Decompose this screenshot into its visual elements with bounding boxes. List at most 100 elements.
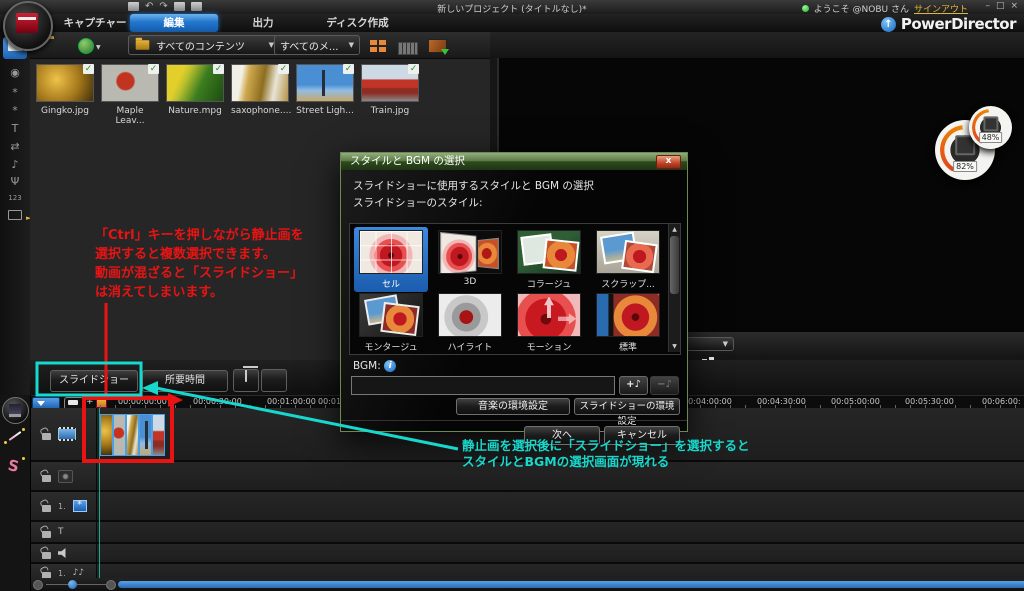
track-manager-button[interactable] [261, 369, 287, 392]
unlock-icon[interactable] [42, 432, 51, 440]
gpu-gauge-widget: 48% [969, 106, 1012, 149]
title-track-header[interactable]: T [30, 522, 97, 542]
style-option-motion[interactable]: モーション [512, 290, 586, 355]
effect-track-row[interactable] [30, 462, 1024, 492]
timeline-clip[interactable] [139, 414, 152, 456]
zoom-out-button[interactable] [33, 580, 43, 590]
style-option-montage[interactable]: モンタージュ [354, 290, 428, 355]
particle-room-button[interactable]: * [3, 102, 27, 119]
media-item[interactable]: ✓ Nature.mpg [166, 64, 224, 126]
timeline-clip[interactable] [152, 414, 165, 456]
zoom-slider-thumb[interactable] [68, 580, 77, 589]
playhead-line[interactable] [99, 408, 100, 578]
app-logo-icon[interactable] [3, 1, 53, 51]
slideshow-preferences-button[interactable]: スライドショーの環境設定 [574, 398, 680, 427]
media-item[interactable]: ✓ saxophone.... [231, 64, 291, 126]
style-option-standard[interactable]: 標準 [591, 290, 665, 355]
pip-track-header[interactable]: 1. * [30, 492, 97, 520]
content-filter-dropdown[interactable]: すべてのコンテンツ ▼ [128, 35, 280, 55]
voice-track-row[interactable] [30, 544, 1024, 564]
import-photo-button[interactable] [428, 38, 449, 57]
quality-dropdown[interactable]: ▼ [686, 337, 734, 351]
add-track-icon[interactable]: + [86, 397, 94, 407]
unlock-icon[interactable] [42, 530, 51, 538]
media-item[interactable]: ✓ Train.jpg [361, 64, 419, 126]
tab-edit[interactable]: 編集 [130, 14, 218, 32]
video-track-header[interactable] [30, 408, 97, 460]
dialog-close-button[interactable]: x [656, 155, 681, 169]
caret-down-icon: ▼ [722, 340, 728, 348]
timeline-clip[interactable] [113, 414, 126, 456]
voice-track-header[interactable] [30, 544, 97, 562]
subtitle-room-button[interactable] [3, 208, 27, 225]
magic-wand-icon[interactable] [8, 431, 22, 441]
download-media-button[interactable]: ▼ [78, 38, 101, 54]
style-option-highlight[interactable]: ハイライト [433, 290, 507, 355]
style-label: セル [381, 280, 400, 290]
media-item[interactable]: ✓ Maple Leav... [101, 64, 159, 126]
styles-scrollbar[interactable]: ▲ ▼ [668, 224, 680, 352]
tab-create-disc[interactable]: ディスク作成 [310, 14, 405, 32]
transition-room-button[interactable]: ⇄ [3, 138, 27, 155]
styles-row: モンタージュ ハイライト モーション 標準 [354, 290, 665, 355]
effect-track-header[interactable] [30, 462, 97, 490]
chapter-room-button[interactable]: 123 [3, 190, 27, 207]
minimize-button[interactable]: – [985, 1, 990, 11]
duration-button[interactable]: 所要時間 [142, 370, 228, 392]
bgm-file-input[interactable] [351, 376, 615, 395]
timeline-clip[interactable] [126, 414, 139, 456]
keys-button[interactable] [398, 40, 418, 59]
effect-room-button[interactable]: ◉ [3, 64, 27, 81]
next-button[interactable]: 次へ [524, 426, 600, 445]
voiceover-room-button[interactable]: Ψ [3, 173, 27, 190]
tab-capture[interactable]: キャプチャー [50, 14, 140, 32]
unlock-icon[interactable] [42, 474, 51, 482]
mode-tabs: キャプチャー 編集 出力 ディスク作成 [0, 14, 1024, 33]
title-room-button[interactable]: T [3, 120, 27, 137]
style-option-3d[interactable]: 3D [433, 227, 507, 292]
media-type-dropdown[interactable]: すべてのメ... ▼ [274, 35, 360, 55]
new-project-icon[interactable] [173, 2, 185, 11]
cancel-button[interactable]: キャンセル [604, 426, 680, 445]
timeline-clip[interactable] [100, 414, 113, 456]
media-item[interactable]: ✓ Street Ligh... [296, 64, 354, 126]
unlock-icon[interactable] [42, 504, 51, 512]
save-icon[interactable] [128, 2, 139, 11]
delete-button[interactable] [233, 369, 259, 392]
powerdirector-window: 新しいプロジェクト (タイトルなし)* ↶ ↷ ようこそ @NOBU さん サイ… [0, 0, 1024, 591]
pip-room-button[interactable]: * [3, 84, 27, 101]
style-thumbnail [517, 293, 581, 337]
sort-view-button[interactable] [370, 38, 386, 57]
close-button[interactable]: × [1010, 1, 1018, 11]
pip-track-row[interactable]: 1. * [30, 492, 1024, 522]
style-option-cell[interactable]: セル [354, 227, 428, 292]
scroll-down-icon[interactable]: ▼ [669, 341, 680, 352]
music-preferences-button[interactable]: 音楽の環境設定 [456, 398, 570, 415]
caret-down-icon: ▼ [96, 44, 101, 51]
title-track-row[interactable]: T [30, 522, 1024, 544]
style-option-scrapbook[interactable]: スクラップ... [591, 227, 665, 292]
scroll-up-icon[interactable]: ▲ [669, 224, 680, 235]
media-item[interactable]: ✓ Gingko.jpg [36, 64, 94, 126]
ruler-label: 00:01:00:00 [267, 397, 316, 406]
redo-icon[interactable]: ↷ [159, 2, 167, 12]
remove-bgm-button[interactable]: −♪ [650, 376, 679, 395]
scrollbar-thumb[interactable] [670, 236, 679, 294]
restore-button[interactable]: □ [996, 1, 1005, 11]
add-bgm-button[interactable]: +♪ [619, 376, 648, 395]
unlock-icon[interactable] [42, 551, 51, 559]
magic-style-icon[interactable]: S [6, 456, 20, 476]
style-option-collage[interactable]: コラージュ [512, 227, 586, 292]
tab-produce[interactable]: 出力 [228, 14, 298, 32]
open-project-icon[interactable] [190, 2, 202, 11]
style-thumbnail [517, 230, 581, 274]
slideshow-button[interactable]: スライドショー [50, 370, 138, 392]
media-thumbnail: ✓ [36, 64, 94, 102]
subtitle-icon [8, 210, 22, 220]
dialog-title-bar[interactable]: スタイルと BGM の選択 [341, 153, 687, 170]
magic-movie-wizard-icon[interactable] [2, 397, 29, 424]
undo-icon[interactable]: ↶ [145, 2, 153, 12]
horizontal-scrollbar[interactable] [118, 581, 1024, 588]
zoom-in-button[interactable] [106, 580, 116, 590]
audio-mix-room-button[interactable]: ♪ [3, 156, 27, 173]
